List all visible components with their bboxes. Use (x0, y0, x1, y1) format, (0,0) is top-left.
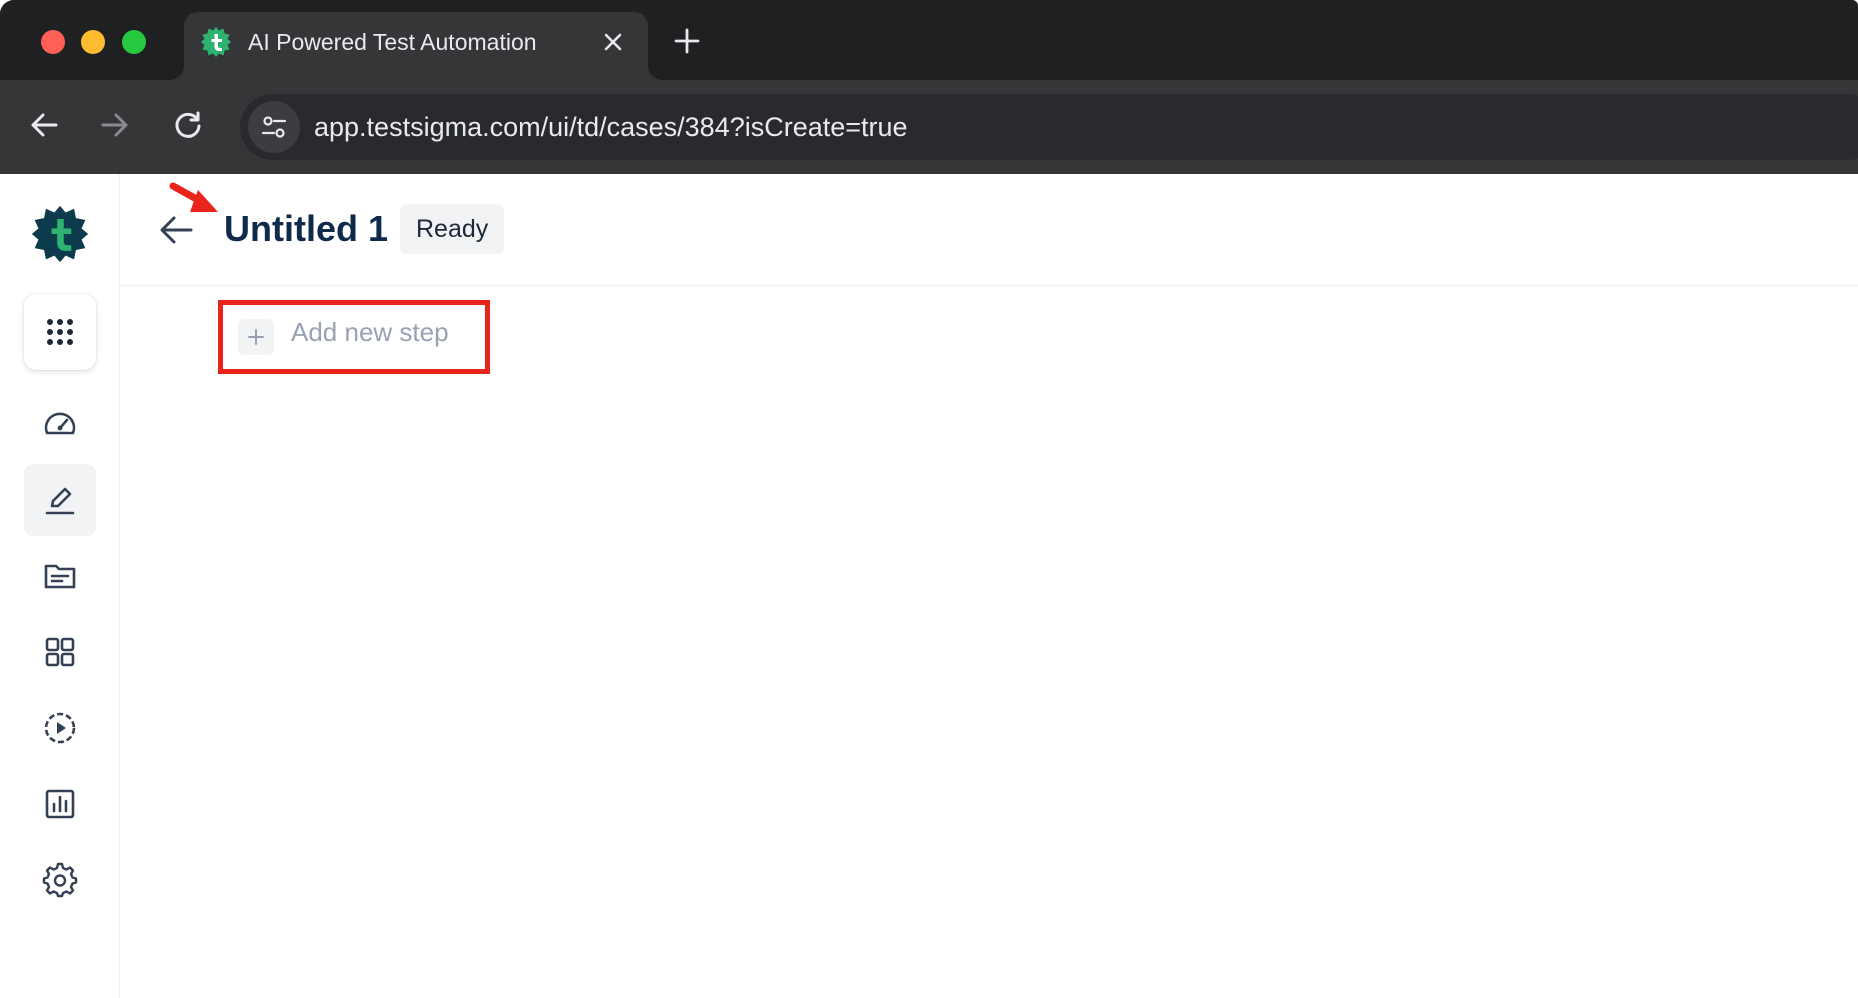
reload-icon (175, 111, 201, 138)
close-icon (604, 33, 622, 51)
plus-icon (674, 28, 700, 54)
run-play-icon (44, 712, 76, 744)
site-info-button[interactable] (248, 101, 300, 153)
browser-back-button[interactable] (24, 105, 64, 145)
add-step-label: Add new step (291, 317, 449, 347)
testsigma-logo-icon[interactable] (30, 204, 90, 264)
minimize-window-button[interactable] (81, 30, 105, 54)
forward-icon (101, 113, 128, 137)
browser-forward-button[interactable] (95, 105, 135, 145)
close-window-button[interactable] (41, 30, 65, 54)
page-title[interactable]: Untitled 1 (224, 204, 388, 254)
sidebar-item-reports[interactable] (24, 768, 96, 840)
tab-title: AI Powered Test Automation (248, 29, 537, 55)
browser-tab-active[interactable]: AI Powered Test Automation (184, 12, 648, 80)
apps-grid-icon (47, 319, 73, 345)
status-badge: Ready (400, 204, 505, 254)
annotation-arrow-icon (169, 182, 218, 212)
testsigma-app: Untitled 1 Ready Add new step (0, 174, 1858, 998)
sidebar-item-modules[interactable] (24, 616, 96, 688)
add-step-plus-box (238, 319, 274, 355)
edit-pencil-icon (45, 487, 75, 515)
site-info-icon (261, 116, 287, 138)
reports-chart-icon (45, 789, 75, 819)
add-new-step-button[interactable]: Add new step (218, 300, 490, 374)
tab-strip: AI Powered Test Automation (0, 0, 1858, 80)
maximize-window-button[interactable] (122, 30, 146, 54)
apps-menu-button[interactable] (24, 294, 96, 370)
testsigma-favicon-icon (201, 27, 231, 57)
test-case-header: Untitled 1 Ready (120, 174, 1858, 286)
address-bar[interactable]: app.testsigma.com/ui/td/cases/384?isCrea… (240, 94, 1858, 160)
dashboard-gauge-icon (44, 412, 76, 435)
sidebar-item-settings[interactable] (24, 844, 96, 916)
plus-icon (248, 329, 264, 345)
url-text[interactable]: app.testsigma.com/ui/td/cases/384?isCrea… (314, 94, 908, 160)
sidebar-item-dashboard[interactable] (24, 388, 96, 460)
back-icon (31, 113, 58, 137)
folder-icon (44, 564, 76, 589)
browser-window: AI Powered Test Automation app.testsigma… (0, 0, 1858, 174)
sidebar-item-runs[interactable] (24, 692, 96, 764)
left-sidebar (0, 174, 120, 998)
browser-toolbar: app.testsigma.com/ui/td/cases/384?isCrea… (0, 80, 1858, 174)
sidebar-item-test-development[interactable] (24, 464, 96, 536)
sidebar-item-test-data[interactable] (24, 540, 96, 612)
settings-gear-icon (42, 862, 78, 898)
new-tab-button[interactable] (670, 24, 704, 58)
tab-close-button[interactable] (598, 27, 628, 57)
browser-reload-button[interactable] (168, 105, 208, 145)
modules-grid-icon (45, 637, 75, 667)
